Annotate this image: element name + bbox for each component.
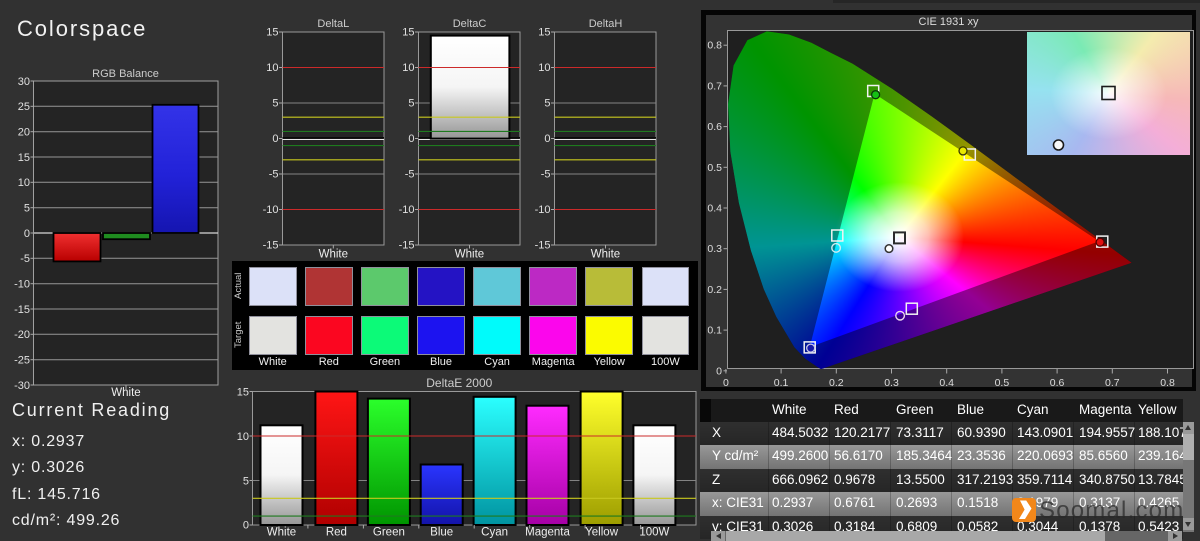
svg-text:-10: -10	[14, 279, 30, 291]
svg-text:25: 25	[18, 101, 30, 113]
svg-text:White: White	[111, 387, 140, 399]
svg-text:0.1: 0.1	[707, 325, 722, 337]
svg-text:10: 10	[237, 431, 249, 443]
svg-text:Red: Red	[326, 527, 347, 539]
svg-text:-10: -10	[399, 204, 415, 216]
svg-text:DeltaE 2000: DeltaE 2000	[426, 376, 492, 390]
svg-text:Green: Green	[373, 527, 405, 539]
svg-text:-15: -15	[399, 240, 415, 252]
svg-text:White: White	[591, 249, 620, 261]
svg-text:0.4: 0.4	[939, 377, 954, 389]
svg-text:0.2: 0.2	[707, 284, 722, 296]
svg-text:0.5: 0.5	[995, 377, 1010, 389]
svg-text:RGB Balance: RGB Balance	[92, 68, 159, 80]
svg-text:10: 10	[402, 62, 414, 74]
svg-text:20: 20	[18, 127, 30, 139]
svg-text:5: 5	[544, 98, 550, 110]
svg-text:15: 15	[266, 27, 278, 39]
svg-text:0.4: 0.4	[707, 203, 722, 215]
svg-text:0.8: 0.8	[1160, 377, 1175, 389]
svg-text:White: White	[319, 249, 348, 261]
svg-text:15: 15	[237, 387, 249, 399]
svg-text:-25: -25	[14, 355, 30, 367]
svg-text:30: 30	[18, 76, 30, 88]
svg-text:0.2: 0.2	[829, 377, 844, 389]
svg-text:10: 10	[538, 62, 550, 74]
svg-text:15: 15	[18, 152, 30, 164]
svg-text:0.6: 0.6	[1050, 377, 1065, 389]
svg-text:0: 0	[408, 133, 414, 145]
svg-text:-15: -15	[263, 240, 279, 252]
svg-text:Cyan: Cyan	[481, 527, 508, 539]
svg-text:-10: -10	[535, 204, 551, 216]
svg-text:0.5: 0.5	[707, 162, 722, 174]
svg-text:5: 5	[24, 203, 30, 215]
svg-text:5: 5	[243, 475, 249, 487]
svg-text:10: 10	[266, 62, 278, 74]
svg-text:15: 15	[538, 27, 550, 39]
svg-text:Magenta: Magenta	[525, 527, 570, 539]
svg-text:White: White	[455, 249, 484, 261]
svg-text:0: 0	[24, 228, 30, 240]
svg-text:-15: -15	[535, 240, 551, 252]
svg-text:-5: -5	[541, 169, 551, 181]
svg-text:0.8: 0.8	[707, 40, 722, 52]
svg-text:5: 5	[272, 98, 278, 110]
svg-text:5: 5	[408, 98, 414, 110]
svg-text:DeltaC: DeltaC	[453, 18, 487, 30]
svg-text:-5: -5	[405, 169, 415, 181]
svg-text:White: White	[267, 527, 296, 539]
svg-text:10: 10	[18, 177, 30, 189]
svg-text:0.7: 0.7	[707, 80, 722, 92]
svg-text:DeltaL: DeltaL	[317, 18, 349, 30]
svg-text:0.1: 0.1	[774, 377, 789, 389]
svg-text:-30: -30	[14, 380, 30, 392]
svg-text:0.6: 0.6	[707, 121, 722, 133]
svg-text:0: 0	[716, 365, 722, 377]
svg-text:100W: 100W	[639, 527, 669, 539]
svg-text:DeltaH: DeltaH	[589, 18, 623, 30]
svg-text:Yellow: Yellow	[585, 527, 619, 539]
svg-text:15: 15	[402, 27, 414, 39]
svg-text:0.7: 0.7	[1105, 377, 1120, 389]
svg-text:0: 0	[272, 133, 278, 145]
svg-text:0: 0	[544, 133, 550, 145]
svg-text:-5: -5	[269, 169, 279, 181]
svg-text:-5: -5	[20, 253, 30, 265]
svg-text:0: 0	[243, 520, 249, 532]
svg-text:0.3: 0.3	[707, 243, 722, 255]
svg-text:0: 0	[723, 377, 729, 389]
svg-text:Blue: Blue	[430, 527, 453, 539]
svg-text:-15: -15	[14, 304, 30, 316]
svg-text:-20: -20	[14, 329, 30, 341]
svg-text:-10: -10	[263, 204, 279, 216]
svg-text:0.3: 0.3	[884, 377, 899, 389]
